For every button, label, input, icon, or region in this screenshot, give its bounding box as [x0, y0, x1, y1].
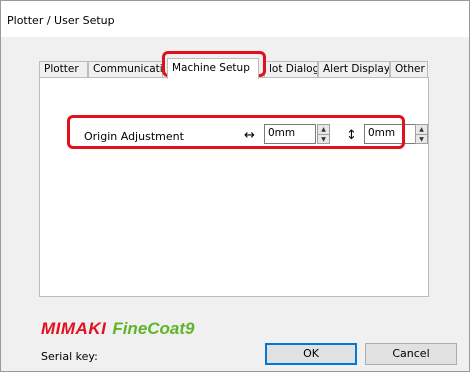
tab-machine-setup[interactable]: Machine Setup [167, 58, 259, 79]
window-title: Plotter / User Setup [7, 14, 115, 27]
tab-plotter[interactable]: Plotter [39, 61, 88, 78]
origin-highlight-annotation [67, 115, 405, 149]
serial-key-label: Serial key: [41, 350, 98, 363]
tab-plot-dialog[interactable]: lot Dialog [264, 61, 318, 78]
machine-setup-panel: Origin Adjustment ↔ 0mm ▲ ▼ ↕ 0mm ▲ ▼ [39, 77, 429, 297]
cancel-button[interactable]: Cancel [365, 343, 457, 365]
spin-up-icon[interactable]: ▲ [416, 125, 427, 135]
spin-down-icon[interactable]: ▼ [416, 135, 427, 144]
tab-other[interactable]: Other [390, 61, 428, 78]
finecoat-logo: FineCoat9 [112, 319, 195, 338]
title-bar: Plotter / User Setup [1, 1, 469, 37]
tab-alert-display[interactable]: Alert Display [318, 61, 390, 78]
brand-logo: MIMAKI FineCoat9 [41, 319, 195, 339]
tab-communication[interactable]: Communicatio [88, 61, 163, 78]
ok-button[interactable]: OK [265, 343, 357, 365]
vertical-origin-spinner[interactable]: ▲ ▼ [415, 124, 428, 144]
mimaki-logo: MIMAKI [41, 319, 107, 338]
